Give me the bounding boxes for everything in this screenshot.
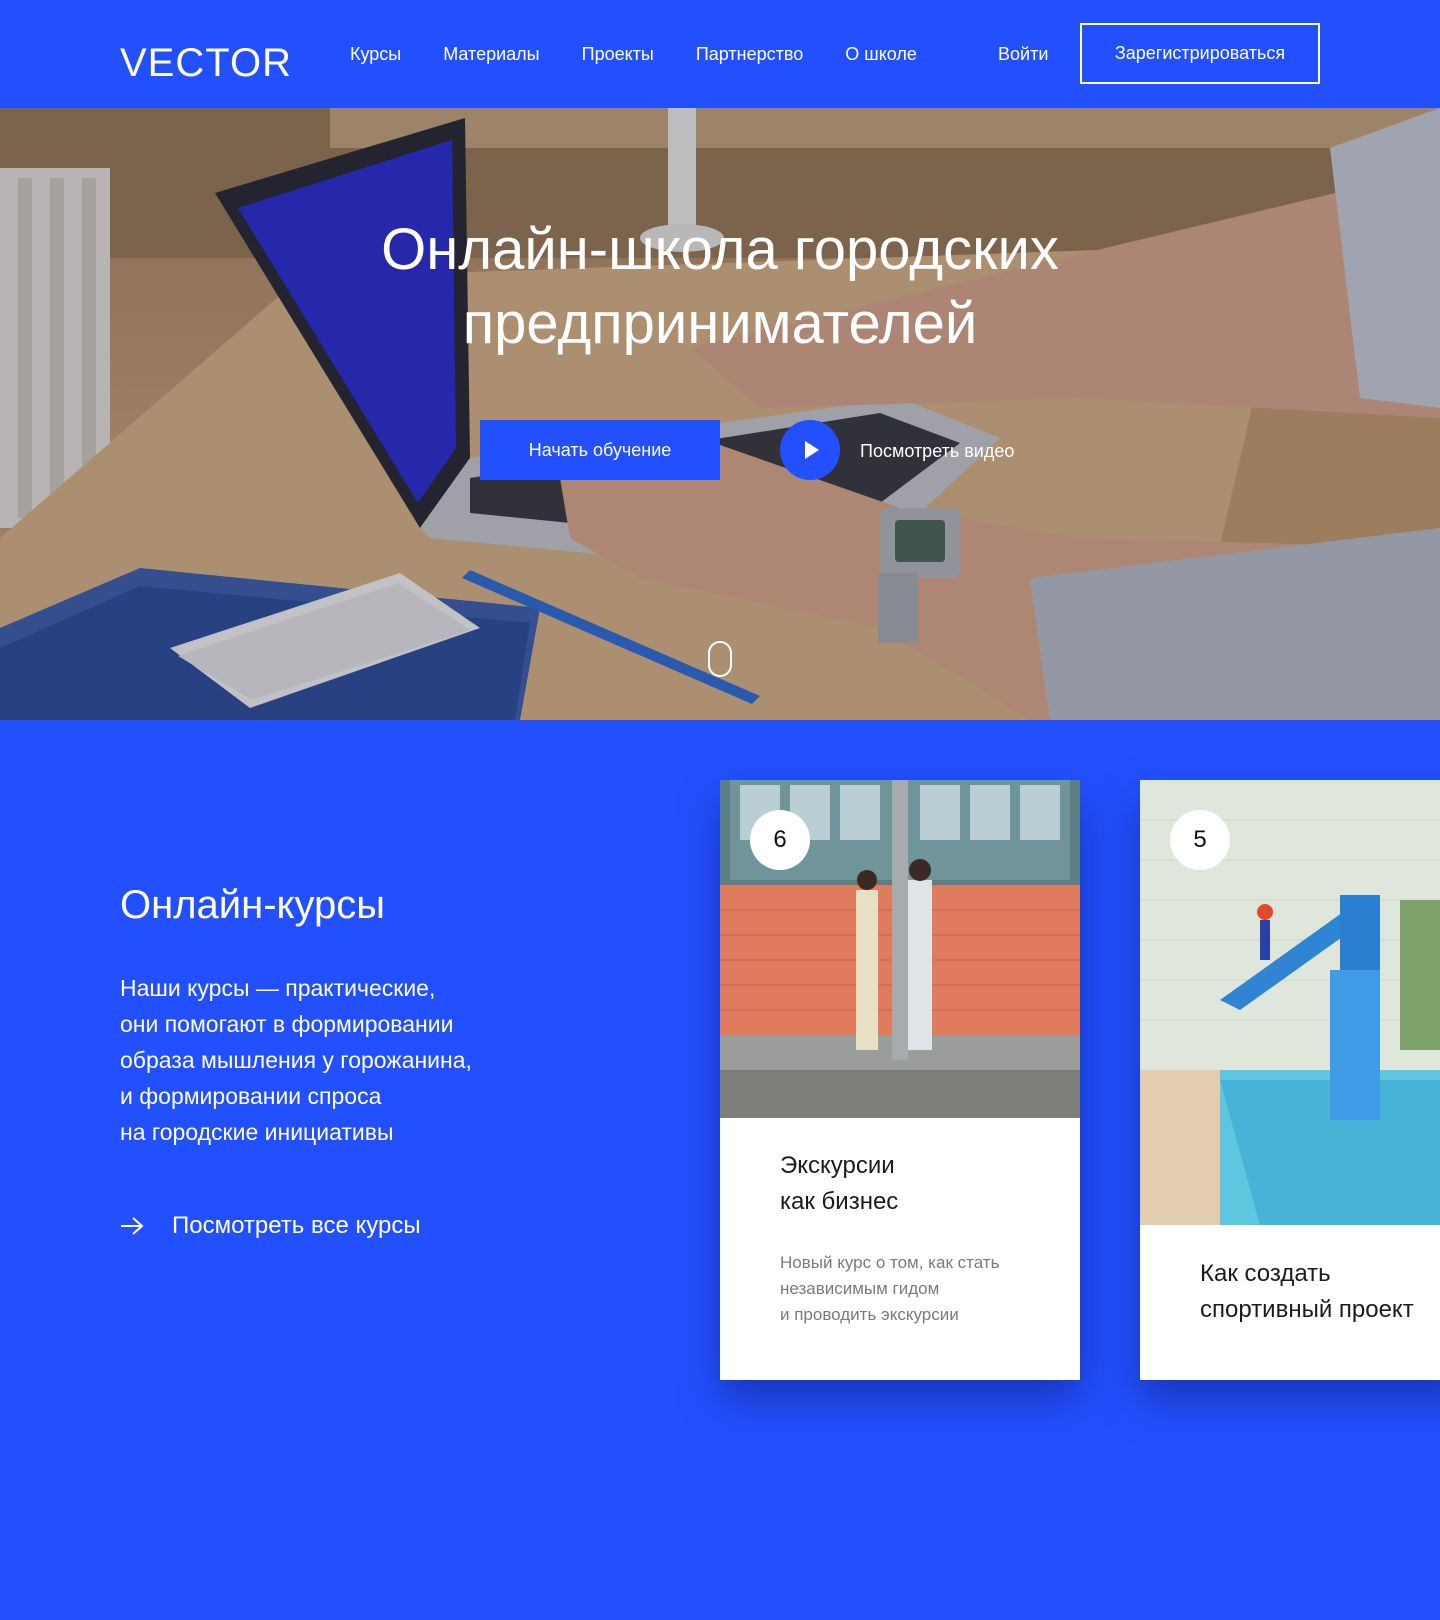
- view-all-courses-label: Посмотреть все курсы: [172, 1212, 421, 1239]
- course-count-badge: 5: [1170, 810, 1230, 870]
- main-nav: Курсы Материалы Проекты Партнерство О шк…: [350, 42, 917, 66]
- logo[interactable]: VECTOR: [120, 40, 292, 86]
- courses-section: Онлайн-курсы Наши курсы — практические, …: [0, 720, 1440, 1620]
- nav-item-courses[interactable]: Курсы: [350, 42, 401, 66]
- course-count-badge: 6: [750, 810, 810, 870]
- login-link[interactable]: Войти: [998, 42, 1048, 66]
- course-card[interactable]: 5 Как создать спортивный проект: [1140, 780, 1440, 1380]
- arrow-right-icon: [121, 1217, 144, 1235]
- nav-item-about[interactable]: О школе: [845, 42, 917, 66]
- course-card-title: Экскурсии как бизнес: [780, 1152, 899, 1215]
- nav-item-materials[interactable]: Материалы: [443, 42, 539, 66]
- play-video-button[interactable]: [780, 420, 840, 480]
- view-all-courses-link[interactable]: Посмотреть все курсы: [120, 1210, 421, 1242]
- scroll-down-icon[interactable]: [708, 641, 732, 677]
- nav-item-projects[interactable]: Проекты: [582, 42, 654, 66]
- watch-video-link[interactable]: Посмотреть видео: [860, 439, 1014, 463]
- course-card-description: Новый курс о том, как стать независимым …: [780, 1253, 1000, 1324]
- course-card[interactable]: 6 Экскурсии как бизнес Новый курс о том,…: [720, 780, 1080, 1380]
- nav-item-partnership[interactable]: Партнерство: [696, 42, 803, 66]
- hero-title: Онлайн-школа городских предпринимателей: [381, 217, 1059, 356]
- play-icon: [805, 441, 819, 459]
- course-card-title: Как создать спортивный проект: [1200, 1260, 1414, 1323]
- courses-title: Онлайн-курсы: [120, 883, 386, 927]
- start-learning-button[interactable]: Начать обучение: [480, 420, 720, 480]
- site-header: VECTOR Курсы Материалы Проекты Партнерст…: [0, 0, 1440, 108]
- hero-section: Онлайн-школа городских предпринимателей …: [0, 108, 1440, 720]
- hero-overlay: [0, 108, 1440, 720]
- register-button[interactable]: Зарегистрироваться: [1080, 23, 1320, 84]
- courses-description: Наши курсы — практические, они помогают …: [120, 975, 472, 1145]
